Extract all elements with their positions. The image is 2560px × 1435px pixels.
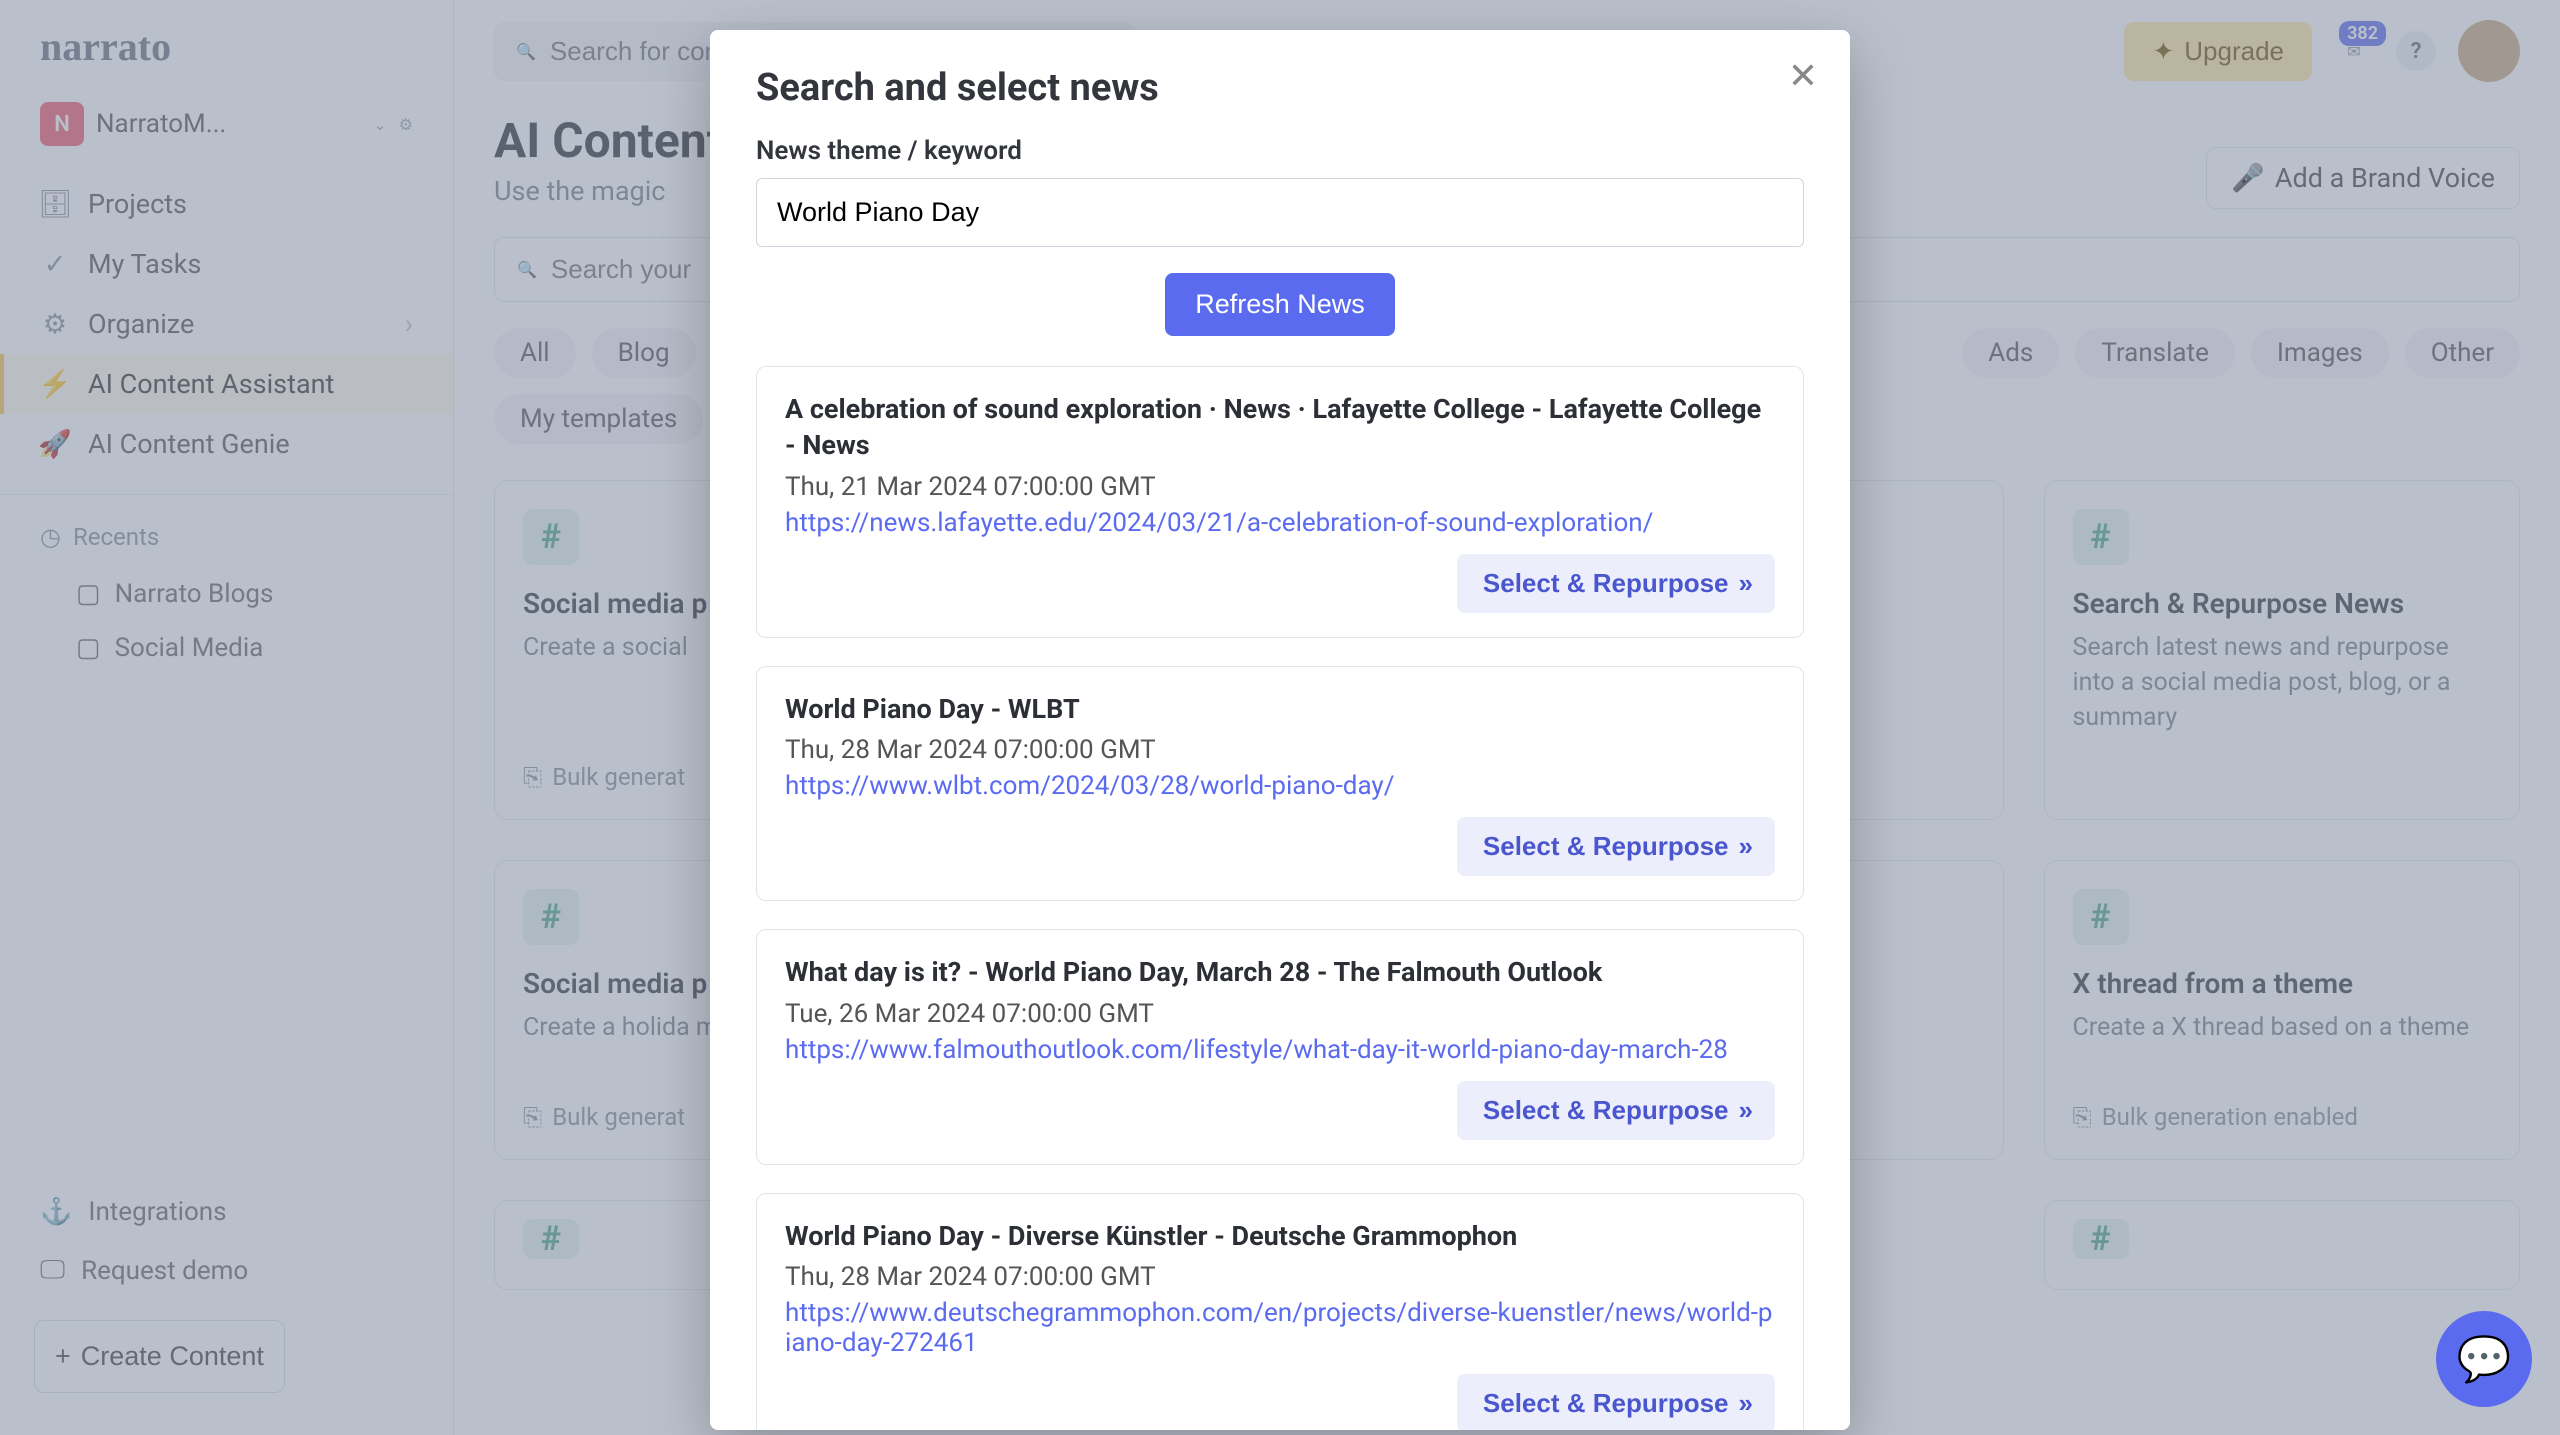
news-link[interactable]: https://www.wlbt.com/2024/03/28/world-pi… <box>785 771 1775 801</box>
news-link[interactable]: https://www.falmouthoutlook.com/lifestyl… <box>785 1035 1775 1065</box>
news-title: What day is it? - World Piano Day, March… <box>785 954 1775 990</box>
select-repurpose-button[interactable]: Select & Repurpose <box>1457 1081 1775 1140</box>
chat-icon: 💬 <box>2457 1333 2512 1385</box>
modal-title: Search and select news <box>756 66 1804 110</box>
news-result: World Piano Day - WLBT Thu, 28 Mar 2024 0… <box>756 666 1804 901</box>
news-result: A celebration of sound exploration · New… <box>756 366 1804 638</box>
keyword-label: News theme / keyword <box>756 136 1804 166</box>
intercom-launcher[interactable]: 💬 <box>2436 1311 2532 1407</box>
news-title: World Piano Day - WLBT <box>785 691 1775 727</box>
news-result: World Piano Day - Diverse Künstler - Deu… <box>756 1193 1804 1430</box>
news-link[interactable]: https://www.deutschegrammophon.com/en/pr… <box>785 1298 1775 1358</box>
select-repurpose-button[interactable]: Select & Repurpose <box>1457 554 1775 613</box>
news-title: A celebration of sound exploration · New… <box>785 391 1775 464</box>
close-button[interactable]: ✕ <box>1788 58 1818 94</box>
select-repurpose-button[interactable]: Select & Repurpose <box>1457 1374 1775 1430</box>
news-result: What day is it? - World Piano Day, March… <box>756 929 1804 1164</box>
news-date: Thu, 28 Mar 2024 07:00:00 GMT <box>785 735 1775 765</box>
news-link[interactable]: https://news.lafayette.edu/2024/03/21/a-… <box>785 508 1775 538</box>
news-date: Tue, 26 Mar 2024 07:00:00 GMT <box>785 999 1775 1029</box>
modal-overlay[interactable]: ✕ Search and select news News theme / ke… <box>0 0 2560 1435</box>
close-icon: ✕ <box>1788 55 1818 96</box>
refresh-news-button[interactable]: Refresh News <box>1165 273 1395 336</box>
search-news-modal: ✕ Search and select news News theme / ke… <box>710 30 1850 1430</box>
news-date: Thu, 21 Mar 2024 07:00:00 GMT <box>785 472 1775 502</box>
news-date: Thu, 28 Mar 2024 07:00:00 GMT <box>785 1262 1775 1292</box>
keyword-input[interactable] <box>756 178 1804 247</box>
news-title: World Piano Day - Diverse Künstler - Deu… <box>785 1218 1775 1254</box>
select-repurpose-button[interactable]: Select & Repurpose <box>1457 817 1775 876</box>
